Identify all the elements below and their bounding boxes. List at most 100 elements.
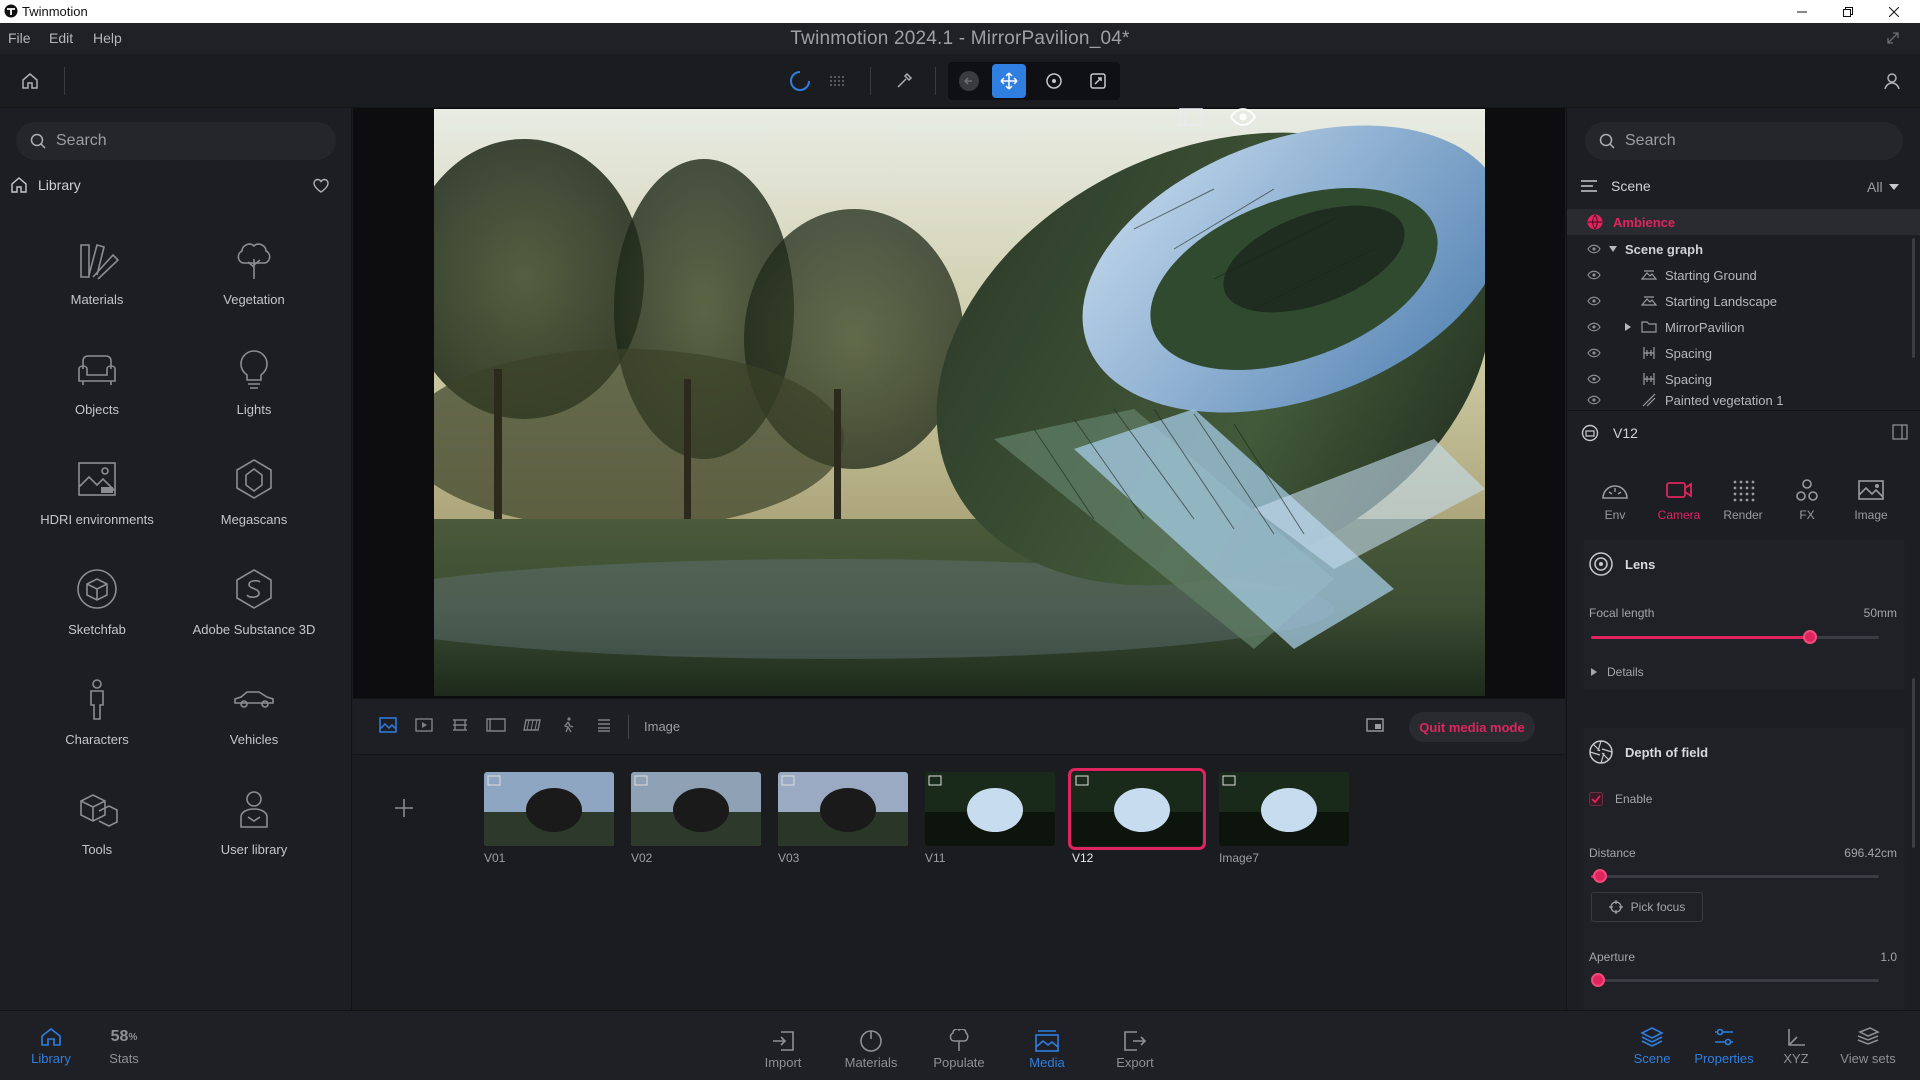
tree-item[interactable]: Starting Ground — [1567, 262, 1920, 288]
lens-title: Lens — [1625, 556, 1656, 572]
bottom-import-button[interactable]: Import — [743, 1011, 823, 1071]
media-panorama-tab[interactable] — [445, 710, 475, 740]
bottom-media-button[interactable]: Media — [1007, 1011, 1087, 1071]
media-thumbnail[interactable] — [1068, 768, 1206, 850]
bottom-library-button[interactable]: Library — [11, 1011, 91, 1071]
bottom-stats-button[interactable]: 58% Stats — [84, 1011, 164, 1071]
aperture-slider[interactable] — [1591, 979, 1879, 982]
minimize-button[interactable] — [1780, 0, 1824, 23]
tree-item[interactable]: Painted vegetation 1 — [1567, 392, 1920, 408]
bottom-populate-button[interactable]: Populate — [919, 1011, 999, 1071]
focal-length-slider-knob[interactable] — [1802, 630, 1817, 644]
media-image-tab[interactable] — [373, 710, 403, 740]
eye-icon[interactable] — [1587, 270, 1601, 280]
pick-focus-button[interactable]: Pick focus — [1591, 892, 1703, 922]
aperture-slider-knob[interactable] — [1591, 973, 1605, 987]
bottom-properties-button[interactable]: Properties — [1684, 1011, 1764, 1071]
account-button[interactable] — [1875, 64, 1909, 98]
viewport[interactable] — [353, 108, 1565, 698]
dof-enable-checkbox[interactable]: Enable — [1589, 792, 1652, 806]
scene-filter-dropdown[interactable]: All — [1867, 179, 1899, 195]
media-animation-tab[interactable] — [553, 710, 583, 740]
close-button[interactable] — [1872, 0, 1916, 23]
eye-icon[interactable] — [1587, 374, 1601, 384]
eye-icon[interactable] — [1587, 348, 1601, 358]
bottom-item-label: Library — [31, 1051, 71, 1066]
media-thumbnail[interactable] — [631, 772, 761, 846]
tab-fx[interactable]: FX — [1777, 478, 1837, 538]
tab-camera[interactable]: Camera — [1649, 478, 1709, 538]
bottom-materials-button[interactable]: Materials — [831, 1011, 911, 1071]
details-expander[interactable]: Details — [1591, 665, 1644, 679]
tree-item[interactable]: MirrorPavilion — [1567, 314, 1920, 340]
rotate-tool-button[interactable] — [1037, 64, 1071, 98]
tab-env[interactable]: Env — [1585, 478, 1645, 538]
media-thumbnail-label: V02 — [631, 851, 653, 865]
lens-header[interactable]: Lens — [1589, 552, 1655, 576]
tree-item[interactable]: Spacing — [1567, 366, 1920, 392]
quit-media-mode-button[interactable]: Quit media mode — [1409, 712, 1535, 742]
bottom-export-button[interactable]: Export — [1095, 1011, 1175, 1071]
library-item-sketchfab[interactable]: Sketchfab — [22, 558, 172, 658]
library-item-lights[interactable]: Lights — [179, 338, 329, 438]
back-button[interactable] — [952, 64, 986, 98]
bottom-view-sets-button[interactable]: View sets — [1828, 1011, 1908, 1071]
add-media-button[interactable] — [393, 797, 415, 819]
library-item-characters[interactable]: Characters — [22, 668, 172, 768]
media-thumbnail[interactable] — [778, 772, 908, 846]
media-poster-tab[interactable] — [481, 710, 511, 740]
distance-slider-knob[interactable] — [1592, 869, 1607, 883]
scene-search[interactable]: Search — [1585, 122, 1903, 160]
media-video-tab[interactable] — [409, 710, 439, 740]
move-tool-button[interactable] — [992, 64, 1026, 98]
media-thumbnail[interactable] — [484, 772, 614, 846]
bottom-scene-button[interactable]: Scene — [1612, 1011, 1692, 1071]
library-item-vehicles[interactable]: Vehicles — [179, 668, 329, 768]
bottom-xyz-button[interactable]: XYZ — [1756, 1011, 1836, 1071]
eye-icon[interactable] — [1587, 244, 1601, 254]
picker-button[interactable] — [887, 64, 921, 98]
tab-image[interactable]: Image — [1841, 478, 1901, 538]
eye-icon[interactable] — [1587, 322, 1601, 332]
library-search[interactable]: Search — [16, 122, 336, 160]
favorite-heart-icon[interactable] — [313, 178, 329, 194]
home-button[interactable] — [13, 64, 47, 98]
properties-scrollbar[interactable] — [1912, 678, 1915, 848]
dof-header[interactable]: Depth of field — [1589, 740, 1708, 764]
media-list-tab[interactable] — [589, 710, 619, 740]
eye-icon[interactable] — [1587, 296, 1601, 306]
library-item-vegetation[interactable]: Vegetation — [179, 228, 329, 328]
library-item-megascans[interactable]: Megascans — [179, 448, 329, 548]
library-item-user-library[interactable]: User library — [179, 778, 329, 878]
caret-right-icon[interactable] — [1625, 323, 1631, 331]
render-image[interactable] — [434, 109, 1485, 696]
tree-item[interactable]: Starting Landscape — [1567, 288, 1920, 314]
distance-slider[interactable] — [1591, 875, 1879, 878]
scale-tool-button[interactable] — [1081, 64, 1115, 98]
media-phasing-tab[interactable] — [517, 710, 547, 740]
fullscreen-icon[interactable] — [1886, 31, 1900, 45]
caret-down-icon[interactable] — [1609, 246, 1617, 252]
eye-icon[interactable] — [1587, 395, 1601, 405]
media-thumbnail[interactable] — [1219, 772, 1349, 846]
restore-button[interactable] — [1826, 0, 1870, 23]
library-item-objects[interactable]: Objects — [22, 338, 172, 438]
library-item-substance[interactable]: Adobe Substance 3D — [179, 558, 329, 658]
panel-split-icon[interactable] — [1892, 424, 1908, 440]
tree-item-scene-graph[interactable]: Scene graph — [1567, 236, 1920, 262]
tree-item[interactable]: Spacing — [1567, 340, 1920, 366]
tab-render[interactable]: Render — [1713, 478, 1773, 538]
hamburger-icon[interactable] — [1581, 180, 1597, 192]
library-search-placeholder: Search — [56, 132, 107, 149]
tree-item-ambience[interactable]: Ambience — [1567, 209, 1920, 235]
panel-layout-icon[interactable] — [1179, 108, 1203, 126]
library-item-tools[interactable]: Tools — [22, 778, 172, 878]
visibility-eye-icon[interactable] — [1230, 108, 1256, 126]
picture-in-picture-icon[interactable] — [1366, 718, 1384, 732]
media-thumbnail[interactable] — [925, 772, 1055, 846]
tree-scrollbar[interactable] — [1912, 238, 1915, 358]
library-item-materials[interactable]: Materials — [22, 228, 172, 328]
quality-button[interactable] — [820, 64, 854, 98]
library-item-hdri[interactable]: HDRI environments — [22, 448, 172, 548]
media-filmstrip: V01 V02 V03 V11 V12 Image7 — [353, 755, 1565, 1010]
